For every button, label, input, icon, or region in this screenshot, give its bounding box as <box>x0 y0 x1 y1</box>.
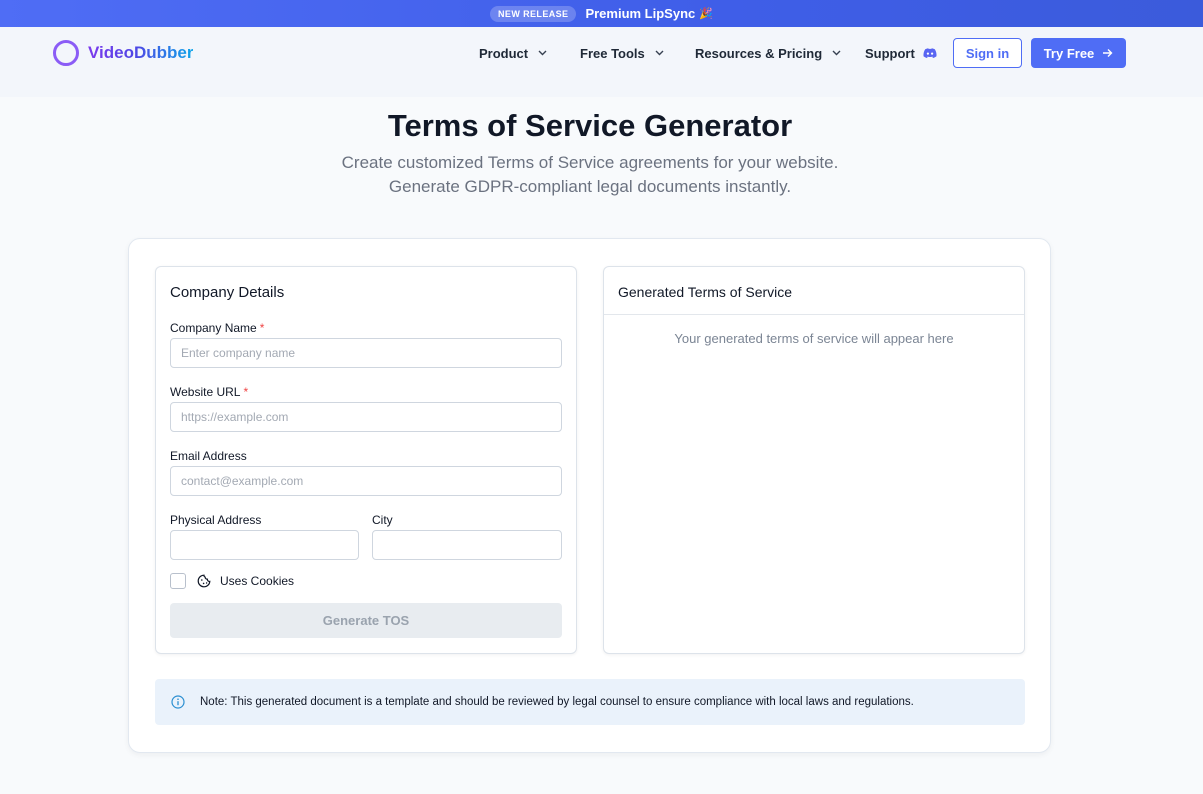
try-free-label: Try Free <box>1043 45 1095 61</box>
physical-address-label: Physical Address <box>170 513 262 527</box>
nav-support[interactable]: Support <box>865 46 937 61</box>
company-name-label: Company Name * <box>170 321 264 335</box>
party-popper-icon: 🎉 <box>699 8 713 20</box>
try-free-button[interactable]: Try Free <box>1031 38 1126 68</box>
info-icon <box>171 695 185 709</box>
sign-in-button[interactable]: Sign in <box>953 38 1022 68</box>
email-address-input[interactable] <box>170 466 562 496</box>
physical-address-input[interactable] <box>170 530 359 560</box>
banner-label: Premium LipSync <box>585 6 696 21</box>
required-mark: * <box>259 321 265 335</box>
uses-cookies-checkbox[interactable] <box>170 573 186 589</box>
nav-resources-pricing[interactable]: Resources & Pricing <box>695 46 865 61</box>
website-url-label-text: Website URL <box>170 385 241 399</box>
release-banner[interactable]: NEW RELEASE Premium LipSync 🎉 <box>0 0 1203 27</box>
nav-support-label: Support <box>865 45 915 61</box>
company-name-input[interactable] <box>170 338 562 368</box>
logo[interactable]: VideoDubber <box>53 40 193 66</box>
nav-product[interactable]: Product <box>479 46 580 61</box>
divider <box>604 314 1024 315</box>
nav-product-label: Product <box>479 45 529 61</box>
uses-cookies-label[interactable]: Uses Cookies <box>220 574 294 588</box>
nav-free-tools-label: Free Tools <box>580 45 645 61</box>
company-details-title: Company Details <box>170 284 285 301</box>
generated-tos-title: Generated Terms of Service <box>618 284 793 300</box>
subtitle-line-1: Create customized Terms of Service agree… <box>341 153 839 172</box>
page-subtitle: Create customized Terms of Service agree… <box>0 151 1180 199</box>
nav-free-tools[interactable]: Free Tools <box>580 46 695 61</box>
legal-note-text: Note: This generated document is a templ… <box>200 696 914 708</box>
chevron-down-icon <box>538 50 547 56</box>
generator-card: Company Details Company Name* Website UR… <box>128 238 1051 753</box>
chevron-down-icon <box>832 50 841 56</box>
new-release-badge: NEW RELEASE <box>490 5 577 22</box>
generate-tos-button[interactable]: Generate TOS <box>170 603 562 638</box>
chevron-down-icon <box>655 50 664 56</box>
cookie-icon <box>197 574 211 588</box>
generated-tos-placeholder: Your generated terms of service will app… <box>674 331 954 346</box>
city-input[interactable] <box>372 530 562 560</box>
nav-resources-label: Resources & Pricing <box>695 45 823 61</box>
logo-text: VideoDubber <box>88 43 194 62</box>
website-url-input[interactable] <box>170 402 562 432</box>
company-name-label-text: Company Name <box>170 321 257 335</box>
logo-ring-icon <box>53 40 79 66</box>
city-label: City <box>372 513 393 527</box>
generated-tos-panel: Generated Terms of Service Your generate… <box>603 266 1025 654</box>
email-address-label: Email Address <box>170 449 247 463</box>
banner-text[interactable]: Premium LipSync 🎉 <box>585 6 713 21</box>
arrow-right-icon <box>1103 49 1113 57</box>
subtitle-line-2: Generate GDPR-compliant legal documents … <box>388 177 792 196</box>
site-header: VideoDubber Product Free Tools Resources… <box>0 27 1203 97</box>
website-url-label: Website URL * <box>170 385 248 399</box>
required-mark: * <box>243 385 249 399</box>
legal-note: Note: This generated document is a templ… <box>155 679 1025 725</box>
company-details-panel: Company Details Company Name* Website UR… <box>155 266 577 654</box>
discord-icon <box>923 47 937 58</box>
main-nav: Product Free Tools Resources & Pricing S… <box>479 38 937 68</box>
page-title: Terms of Service Generator <box>387 108 793 143</box>
